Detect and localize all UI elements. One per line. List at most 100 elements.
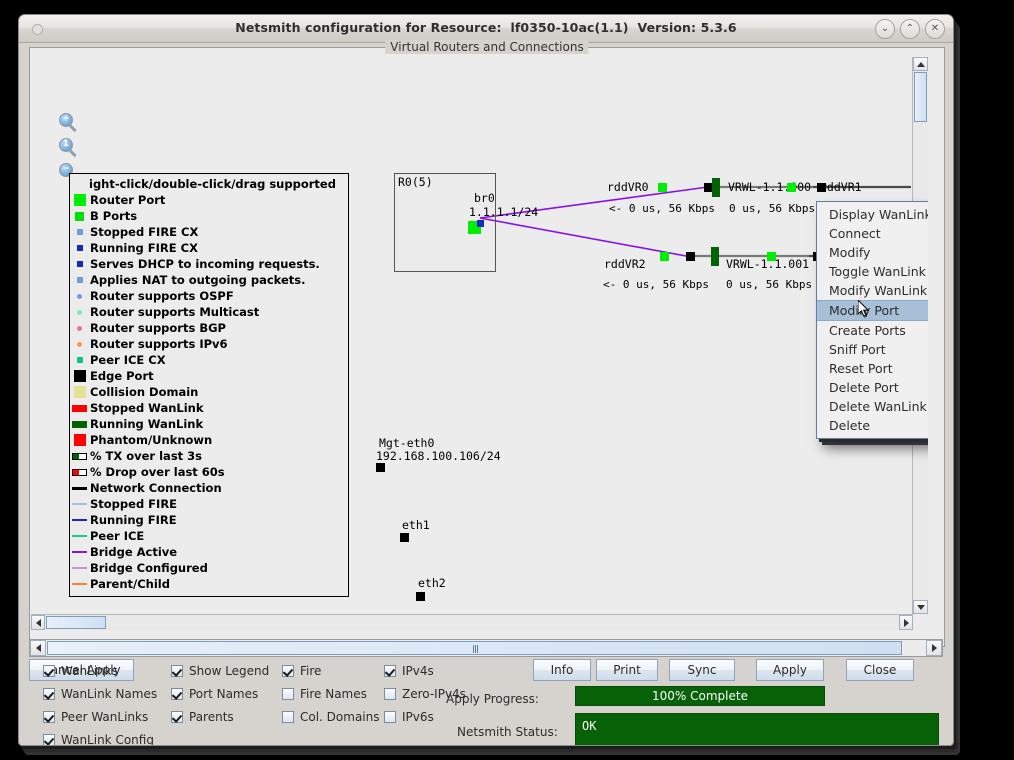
checkbox-zero-ipv4s[interactable] bbox=[384, 687, 396, 700]
scroll-thumb-grip bbox=[474, 645, 476, 653]
checkbox-label: IPv4s bbox=[402, 663, 434, 678]
context-menu-item[interactable]: Display WanLink & WanPaths bbox=[817, 205, 928, 224]
context-menu-item[interactable]: Delete bbox=[817, 416, 928, 435]
rddVR2-port-marker[interactable] bbox=[660, 252, 669, 261]
checkbox-label: Peer WanLinks bbox=[61, 709, 149, 724]
checkbox-col-domains[interactable] bbox=[282, 710, 294, 723]
legend-item-label: B Ports bbox=[90, 209, 138, 223]
checkbox-row[interactable]: WanLink Names bbox=[43, 682, 157, 705]
view-scroll-thumb[interactable] bbox=[47, 641, 902, 655]
context-menu-item[interactable]: Delete WanLink bbox=[817, 397, 928, 416]
context-menu-item[interactable]: Reset Port bbox=[817, 359, 928, 378]
canvas-group-box: Virtual Routers and Connections + 1 − R0… bbox=[29, 40, 945, 647]
rddVR0-port-marker[interactable] bbox=[658, 183, 667, 192]
legend-swatch-shape bbox=[72, 420, 87, 428]
scroll-left-button[interactable] bbox=[31, 615, 45, 630]
legend-swatch-shape bbox=[76, 245, 83, 251]
view-scroll-left-button[interactable] bbox=[30, 640, 46, 656]
legend-swatch-shape bbox=[76, 229, 83, 235]
checkbox-row[interactable]: IPv4s bbox=[384, 659, 466, 682]
context-menu-item[interactable]: Delete Port bbox=[817, 378, 928, 397]
checkbox-row[interactable]: Fire bbox=[282, 659, 380, 682]
close-button[interactable]: Close bbox=[846, 659, 914, 681]
checkbox-fire[interactable] bbox=[282, 664, 294, 677]
chevron-left-icon bbox=[35, 644, 41, 652]
close-window-button[interactable]: ✕ bbox=[925, 19, 945, 39]
legend-swatch-shape bbox=[76, 261, 83, 267]
checkbox-fire-names[interactable] bbox=[282, 687, 294, 700]
checkbox-wanlinks[interactable] bbox=[43, 664, 55, 677]
checkbox-wanlink-names[interactable] bbox=[43, 687, 55, 700]
checkbox-row[interactable]: Fire Names bbox=[282, 682, 380, 705]
rddVR0-name-label: rddVR0 bbox=[607, 180, 649, 194]
context-menu-item[interactable]: Modify bbox=[817, 243, 928, 262]
legend-item: Running WanLink bbox=[70, 416, 348, 432]
checkbox-row[interactable]: Parents bbox=[171, 705, 269, 728]
scroll-up-button[interactable] bbox=[913, 57, 928, 71]
checkbox-row[interactable]: Col. Domains bbox=[282, 705, 380, 728]
legend-item: Bridge Active bbox=[70, 544, 348, 560]
context-menu-item[interactable]: Sniff Port bbox=[817, 340, 928, 359]
view-scroll-right-button[interactable] bbox=[926, 640, 942, 656]
checkbox-row[interactable]: WanLink Config bbox=[43, 728, 157, 745]
context-menu-item[interactable]: Modify Port bbox=[817, 300, 928, 321]
minimize-button[interactable]: ⌄ bbox=[875, 19, 895, 39]
mgt-eth0-port[interactable] bbox=[376, 463, 385, 472]
legend-item: B Ports bbox=[70, 208, 348, 224]
router-r0-label: R0(5) bbox=[398, 175, 433, 189]
br0-name-label: br0 bbox=[474, 191, 495, 205]
context-menu[interactable]: Display WanLink & WanPathsConnectModifyT… bbox=[816, 201, 928, 439]
checkbox-ipv6s[interactable] bbox=[384, 710, 396, 723]
wanlink-000-port-marker[interactable] bbox=[787, 183, 796, 192]
checkbox-parents[interactable] bbox=[171, 710, 183, 723]
wanlink-001-endpoint-bar[interactable] bbox=[711, 247, 719, 266]
checkbox-label: Fire bbox=[300, 663, 322, 678]
print-button[interactable]: Print bbox=[596, 659, 658, 681]
eth1-port[interactable] bbox=[400, 533, 409, 542]
checkbox-port-names[interactable] bbox=[171, 687, 183, 700]
context-menu-item[interactable]: Create Ports bbox=[817, 321, 928, 340]
context-menu-item[interactable]: Toggle WanLink bbox=[817, 262, 928, 281]
checkbox-row[interactable]: Port Names bbox=[171, 682, 269, 705]
checkbox-column-wanlinks: WanLinks WanLink Names Peer WanLinks WanLin… bbox=[43, 659, 157, 745]
mgt-eth0-name-label: Mgt-eth0 bbox=[379, 436, 435, 450]
legend-item-label: Running FIRE CX bbox=[90, 241, 198, 255]
canvas-horizontal-scrollbar[interactable] bbox=[31, 614, 913, 630]
maximize-button[interactable]: ⌃ bbox=[900, 19, 920, 39]
wanlink-001-port-marker[interactable] bbox=[767, 252, 776, 261]
checkbox-show-legend[interactable] bbox=[171, 664, 183, 677]
checkbox-wanlink-config[interactable] bbox=[43, 733, 55, 745]
checkbox-row[interactable]: Show Legend bbox=[171, 659, 269, 682]
checkbox-label: Fire Names bbox=[300, 686, 367, 701]
wanlink-000-endpoint-bar[interactable] bbox=[712, 178, 720, 197]
vertical-scroll-thumb[interactable] bbox=[914, 72, 927, 122]
checkbox-row[interactable]: IPv6s bbox=[384, 705, 466, 728]
rddVR2-endpoint[interactable] bbox=[686, 252, 695, 261]
view-horizontal-scrollbar[interactable] bbox=[29, 639, 943, 657]
horizontal-scroll-thumb[interactable] bbox=[46, 616, 106, 629]
checkbox-ipv4s[interactable] bbox=[384, 664, 396, 677]
sync-button[interactable]: Sync bbox=[669, 659, 735, 681]
checkbox-row[interactable]: WanLinks bbox=[43, 659, 157, 682]
network-canvas[interactable]: + 1 − R0(5) br0 1.1.1.1/24 rddVR0 <- 0 u… bbox=[31, 57, 928, 630]
legend-item-label: Parent/Child bbox=[90, 577, 170, 591]
legend-swatch-shape bbox=[72, 583, 87, 585]
info-button[interactable]: Info bbox=[533, 659, 591, 681]
legend-swatch bbox=[72, 567, 87, 569]
legend-swatch-shape bbox=[72, 452, 87, 460]
legend-item-label: Peer ICE CX bbox=[90, 353, 166, 367]
eth2-port[interactable] bbox=[416, 592, 425, 601]
checkbox-peer-wanlinks[interactable] bbox=[43, 710, 55, 723]
legend-item-label: Bridge Configured bbox=[90, 561, 208, 575]
scroll-down-button[interactable] bbox=[913, 600, 928, 614]
legend-swatch bbox=[72, 583, 87, 585]
legend-swatch-shape bbox=[72, 519, 87, 521]
legend-item: Bridge Configured bbox=[70, 560, 348, 576]
context-menu-item[interactable]: Connect bbox=[817, 224, 928, 243]
scroll-right-button[interactable] bbox=[899, 615, 913, 630]
legend-item-label: Running FIRE bbox=[90, 513, 177, 527]
checkbox-row[interactable]: Peer WanLinks bbox=[43, 705, 157, 728]
legend-item: Collision Domain bbox=[70, 384, 348, 400]
apply-button[interactable]: Apply bbox=[756, 659, 824, 681]
context-menu-item[interactable]: Modify WanLink bbox=[817, 281, 928, 300]
